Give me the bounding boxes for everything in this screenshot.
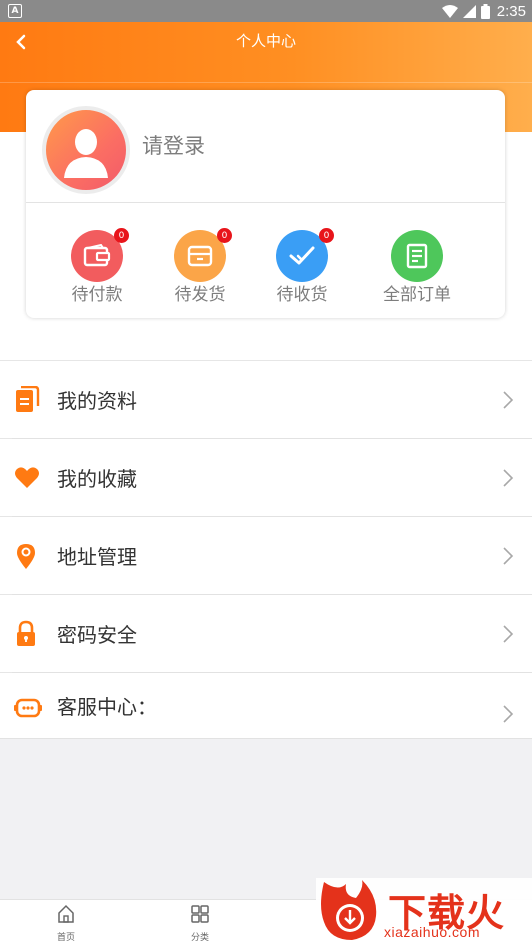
chat-bubble-icon: [14, 698, 42, 718]
profile-card: 请登录 0 待付款 0 待发货 0 待收货 全部订单: [26, 90, 505, 318]
profile-document-icon: [16, 385, 40, 412]
menu-label: 地址管理: [57, 545, 137, 569]
tab-label: 首页: [56, 933, 75, 943]
order-pending-payment[interactable]: 0 待付款: [52, 228, 142, 310]
chevron-right-icon: [503, 390, 514, 409]
menu-label: 我的资料: [57, 389, 137, 413]
tab-home[interactable]: 首页: [36, 904, 96, 943]
clock: 2:35: [496, 2, 526, 20]
order-label: 待付款: [71, 285, 123, 305]
menu-label: 客服中心：: [57, 695, 157, 719]
avatar[interactable]: [42, 106, 130, 194]
menu-label: 我的收藏: [57, 467, 137, 491]
flame-logo-icon: [321, 880, 377, 940]
chevron-right-icon: [503, 468, 514, 487]
heart-icon: [15, 466, 39, 488]
page-title: 个人中心: [235, 32, 296, 50]
chevron-right-icon: [503, 546, 514, 565]
watermark: 下载火 xiazaihuo.com: [316, 878, 532, 944]
menu-item-password-security[interactable]: 密码安全: [0, 594, 532, 672]
status-bar: A 2:35: [0, 0, 532, 22]
signal-icon: [462, 4, 476, 18]
user-silhouette-icon: [64, 129, 108, 178]
order-label: 待发货: [174, 285, 226, 305]
login-prompt[interactable]: 请登录: [142, 130, 205, 160]
box-icon: [187, 245, 213, 267]
chevron-right-icon: [503, 624, 514, 643]
watermark-url: xiazaihuo.com: [384, 924, 480, 940]
check-icon: [289, 246, 315, 265]
menu-item-favorites[interactable]: 我的收藏: [0, 438, 532, 516]
badge-count: 0: [217, 228, 232, 243]
wifi-icon: [441, 4, 458, 18]
order-label: 待收货: [276, 285, 328, 305]
badge-count: 0: [114, 228, 129, 243]
badge-count: 0: [319, 228, 334, 243]
order-all[interactable]: 全部订单: [372, 230, 462, 310]
menu-item-address[interactable]: 地址管理: [0, 516, 532, 594]
wallet-icon: [83, 244, 111, 267]
grid-icon: [191, 905, 209, 923]
tab-category[interactable]: 分类: [170, 904, 230, 943]
menu-item-profile[interactable]: 我的资料: [0, 360, 532, 438]
menu-label: 密码安全: [57, 623, 137, 647]
order-pending-receipt[interactable]: 0 待收货: [257, 228, 347, 310]
order-label: 全部订单: [383, 285, 451, 305]
location-pin-icon: [17, 543, 35, 569]
chevron-right-icon: [503, 705, 514, 723]
lock-icon: [17, 620, 35, 646]
notification-a-icon: A: [8, 4, 22, 18]
battery-icon: [480, 3, 490, 19]
document-icon: [406, 243, 428, 269]
menu-list: 我的资料 我的收藏 地址管理 密码安全 客服中心：: [0, 360, 532, 739]
menu-item-customer-service[interactable]: 客服中心：: [0, 672, 532, 738]
home-icon: [58, 904, 74, 923]
order-pending-shipment[interactable]: 0 待发货: [155, 228, 245, 310]
tab-label: 分类: [190, 933, 209, 943]
